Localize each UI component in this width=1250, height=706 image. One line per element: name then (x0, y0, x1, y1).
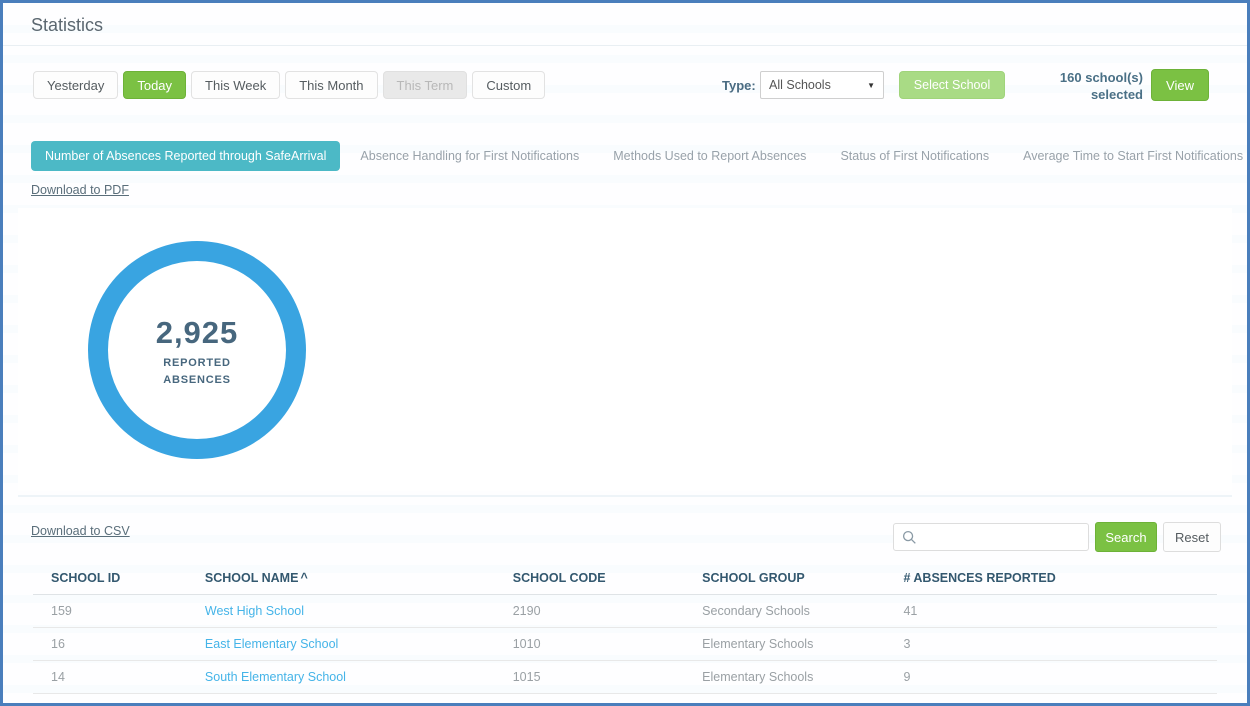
schools-table: SCHOOL ID SCHOOL NAME^ SCHOOL CODE SCHOO… (33, 563, 1217, 694)
tab-number-of-absences[interactable]: Number of Absences Reported through Safe… (31, 141, 340, 171)
header-absences-reported[interactable]: # ABSENCES REPORTED (885, 563, 1217, 595)
search-button[interactable]: Search (1095, 522, 1157, 552)
cell-absences: 41 (885, 595, 1217, 628)
tab-absence-handling[interactable]: Absence Handling for First Notifications (346, 141, 593, 171)
cell-school-id: 14 (33, 661, 187, 694)
statistics-page: Statistics Yesterday Today This Week Thi… (0, 0, 1250, 706)
type-label: Type: (722, 78, 756, 93)
range-button-this-month[interactable]: This Month (285, 71, 377, 99)
cell-school-group: Elementary Schools (684, 661, 885, 694)
table-row: 16 East Elementary School 1010 Elementar… (33, 628, 1217, 661)
sort-ascending-icon: ^ (300, 571, 307, 585)
table-search-box (893, 523, 1089, 551)
download-csv-link[interactable]: Download to CSV (31, 524, 130, 538)
title-divider (3, 45, 1247, 46)
cell-school-id: 16 (33, 628, 187, 661)
chart-panel: 2,925 REPORTED ABSENCES (18, 208, 1232, 491)
range-button-today[interactable]: Today (123, 71, 186, 99)
tab-status-first-notifications[interactable]: Status of First Notifications (826, 141, 1003, 171)
school-link[interactable]: South Elementary School (205, 670, 346, 684)
range-button-this-week[interactable]: This Week (191, 71, 280, 99)
date-range-button-group: Yesterday Today This Week This Month Thi… (33, 71, 545, 99)
cell-school-code: 1015 (495, 661, 684, 694)
header-school-group[interactable]: SCHOOL GROUP (684, 563, 885, 595)
range-button-this-term: This Term (383, 71, 468, 99)
reported-absences-value: 2,925 (156, 315, 239, 351)
cell-school-code: 1010 (495, 628, 684, 661)
cell-school-name: South Elementary School (187, 661, 495, 694)
select-school-button[interactable]: Select School (899, 71, 1005, 99)
school-type-dropdown[interactable]: All Schools ▼ (760, 71, 884, 99)
cell-school-group: Secondary Schools (684, 595, 885, 628)
school-link[interactable]: West High School (205, 604, 304, 618)
range-button-yesterday[interactable]: Yesterday (33, 71, 118, 99)
table-header-row: SCHOOL ID SCHOOL NAME^ SCHOOL CODE SCHOO… (33, 563, 1217, 595)
school-link[interactable]: East Elementary School (205, 637, 338, 651)
cell-school-group: Elementary Schools (684, 628, 885, 661)
range-button-custom[interactable]: Custom (472, 71, 545, 99)
table-row: 159 West High School 2190 Secondary Scho… (33, 595, 1217, 628)
cell-school-id: 159 (33, 595, 187, 628)
cell-school-code: 2190 (495, 595, 684, 628)
cell-absences: 9 (885, 661, 1217, 694)
stat-tabs: Number of Absences Reported through Safe… (31, 141, 1227, 171)
header-school-name[interactable]: SCHOOL NAME^ (187, 563, 495, 595)
tab-average-time[interactable]: Average Time to Start First Notification… (1009, 141, 1250, 171)
cell-school-name: West High School (187, 595, 495, 628)
header-school-id[interactable]: SCHOOL ID (33, 563, 187, 595)
reset-button[interactable]: Reset (1163, 522, 1221, 552)
search-input[interactable] (923, 530, 1080, 545)
tab-methods-used[interactable]: Methods Used to Report Absences (599, 141, 820, 171)
cell-school-name: East Elementary School (187, 628, 495, 661)
table-row: 14 South Elementary School 1015 Elementa… (33, 661, 1217, 694)
chevron-down-icon: ▼ (867, 81, 875, 90)
reported-absences-label-1: REPORTED (163, 357, 231, 369)
section-divider (18, 495, 1232, 497)
school-type-selected-value: All Schools (769, 78, 831, 92)
search-icon (902, 530, 917, 545)
reported-absences-ring: 2,925 REPORTED ABSENCES (88, 241, 306, 459)
selected-schools-count: 160 school(s) selected (1035, 69, 1143, 103)
header-school-code[interactable]: SCHOOL CODE (495, 563, 684, 595)
download-pdf-link[interactable]: Download to PDF (31, 183, 129, 197)
view-button[interactable]: View (1151, 69, 1209, 101)
reported-absences-label-2: ABSENCES (163, 374, 231, 386)
cell-absences: 3 (885, 628, 1217, 661)
page-title: Statistics (31, 15, 103, 36)
